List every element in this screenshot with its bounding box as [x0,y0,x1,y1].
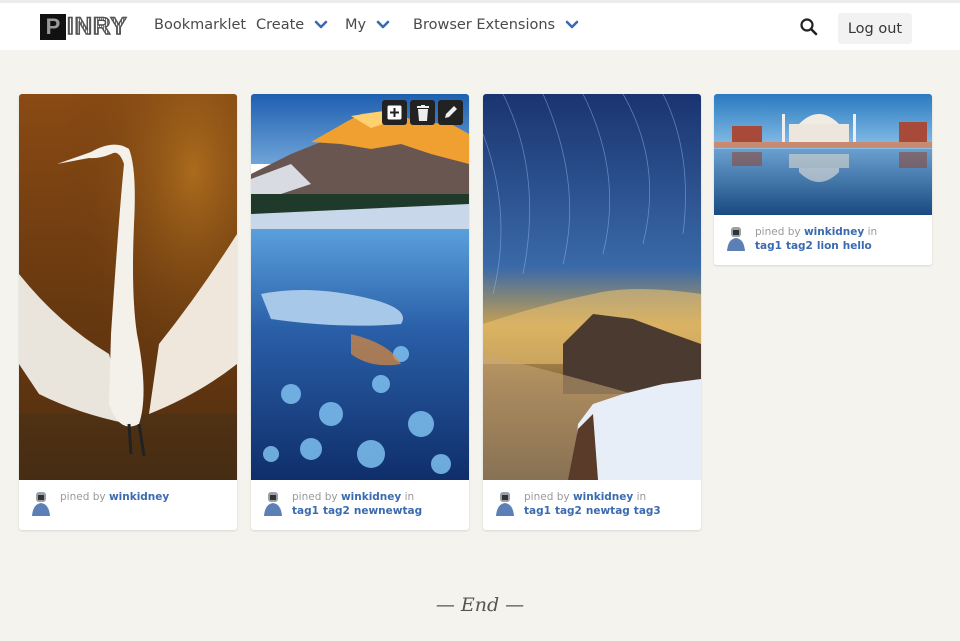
pin-user-link[interactable]: winkidney [804,226,864,238]
pined-by-label: pined by [524,491,570,503]
nav-extensions-label: Browser Extensions [413,17,556,33]
pin-meta: pined by winkidney in [755,225,922,239]
pin-user-link[interactable]: winkidney [109,491,169,503]
pin-card[interactable]: pined by winkidney in tag1 tag2 lion hello [714,94,932,265]
tag-link[interactable]: tag3 [634,505,661,517]
add-to-board-button[interactable] [382,100,407,125]
nav-create-dropdown[interactable]: Create [256,17,328,33]
pin-tags: tag1 tag2 lion hello [755,239,922,254]
tag-link[interactable]: tag2 [555,505,582,517]
pin-footer: pined by winkidney in tag1 tag2 newnewtag [251,480,469,530]
chevron-down-icon [314,20,328,29]
tag-link[interactable]: newnewtag [354,505,422,517]
pencil-icon [445,106,457,118]
in-label: in [867,226,878,238]
chevron-down-icon [376,20,390,29]
pin-card[interactable]: pined by winkidney in tag1 tag2 newnewtag [251,94,469,530]
pined-by-label: pined by [60,491,106,503]
pin-image[interactable] [714,94,932,215]
pin-meta: pined by winkidney in [524,490,691,504]
pin-tags: tag1 tag2 newtag tag3 [524,504,691,519]
logo-text: INRY [66,13,128,41]
user-avatar[interactable] [30,490,52,517]
pin-tags: tag1 tag2 newnewtag [292,504,459,519]
user-avatar[interactable] [262,490,284,517]
tag-link[interactable]: tag2 [323,505,350,517]
pin-meta: pined by winkidney [60,490,227,504]
nav-bookmarklet-label: Bookmarklet [154,17,247,33]
tag-link[interactable]: tag1 [755,240,782,252]
tag-link[interactable]: tag2 [786,240,813,252]
tag-link[interactable]: newtag [586,505,630,517]
pin-image[interactable] [19,94,237,480]
nav-my-label: My [345,17,367,33]
navbar: P INRY Bookmarklet Create My Browser Ext… [0,3,960,50]
pined-by-label: pined by [292,491,338,503]
tag-link[interactable]: tag1 [292,505,319,517]
delete-pin-button[interactable] [410,100,435,125]
edit-pin-button[interactable] [438,100,463,125]
end-of-list-marker: — End — [435,594,525,616]
user-avatar[interactable] [494,490,516,517]
in-label: in [404,491,415,503]
trash-icon [416,104,429,121]
logout-button[interactable]: Log out [838,13,912,44]
tag-link[interactable]: hello [843,240,872,252]
pin-image[interactable] [483,94,701,480]
pin-actions [382,100,463,125]
nav-extensions-dropdown[interactable]: Browser Extensions [413,17,579,33]
search-icon[interactable] [799,17,819,37]
pin-footer: pined by winkidney in tag1 tag2 lion hello [714,215,932,265]
chevron-down-icon [565,20,579,29]
pin-meta: pined by winkidney in [292,490,459,504]
pin-card[interactable]: pined by winkidney in tag1 tag2 newtag tag3 [483,94,701,530]
pin-card[interactable]: pined by winkidney [19,94,237,530]
tag-link[interactable]: lion [817,240,839,252]
tag-link[interactable]: tag1 [524,505,551,517]
pin-user-link[interactable]: winkidney [341,491,401,503]
in-label: in [636,491,647,503]
pin-user-link[interactable]: winkidney [573,491,633,503]
nav-bookmarklet[interactable]: Bookmarklet [154,17,246,33]
pin-image[interactable] [251,94,469,480]
nav-create-label: Create [256,17,305,33]
pin-footer: pined by winkidney in tag1 tag2 newtag tag3 [483,480,701,530]
plus-square-icon [387,105,402,120]
logo-letter: P [40,14,66,40]
pin-footer: pined by winkidney [19,480,237,530]
pined-by-label: pined by [755,226,801,238]
user-avatar[interactable] [725,225,747,252]
nav-my-dropdown[interactable]: My [345,17,390,33]
pinry-logo[interactable]: P INRY [40,13,132,41]
